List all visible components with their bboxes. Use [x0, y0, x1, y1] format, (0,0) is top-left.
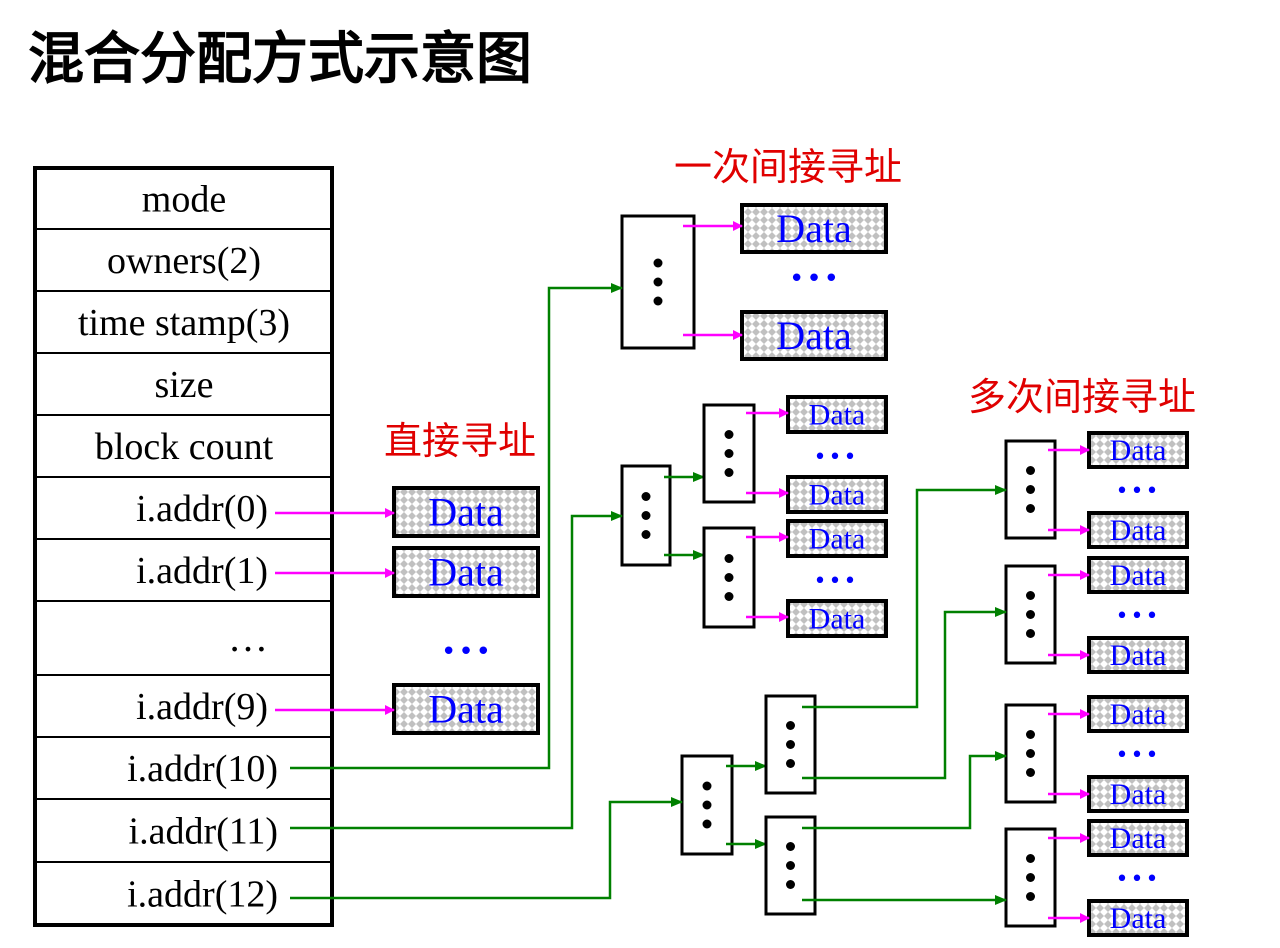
dot	[653, 296, 663, 306]
ellipsis: •••	[441, 637, 493, 667]
inode-field: i.addr(10)	[127, 748, 278, 790]
dot	[641, 511, 651, 520]
inode-field: size	[154, 364, 213, 406]
ellipsis: •••	[789, 264, 841, 294]
dot	[641, 530, 651, 539]
inode-field: time stamp(3)	[78, 302, 290, 344]
data-block-label: Data	[1110, 698, 1167, 731]
ellipsis: •••	[1116, 743, 1161, 768]
direct-label: 直接寻址	[384, 419, 536, 463]
dot	[702, 800, 712, 810]
dot	[1026, 768, 1035, 777]
inode-field: mode	[142, 179, 226, 221]
dot	[1026, 629, 1035, 638]
data-block-label: Data	[809, 479, 866, 512]
dot	[653, 277, 663, 287]
dot	[1026, 854, 1035, 863]
ellipsis: •••	[1116, 867, 1161, 892]
dot	[1026, 892, 1035, 901]
index-arrow	[290, 797, 683, 900]
ellipsis: •••	[1116, 479, 1161, 504]
dot	[786, 759, 795, 768]
dot	[786, 740, 795, 749]
data-block-label: Data	[428, 490, 504, 535]
hybrid-allocation-diagram: 混合分配方式示意图 直接寻址 一次间接寻址 多次间接寻址 mode owners(…	[28, 27, 1196, 937]
dot	[724, 573, 734, 582]
data-block-label: Data	[809, 523, 866, 556]
dot	[1026, 591, 1035, 600]
data-block-label: Data	[809, 399, 866, 432]
dot	[1026, 873, 1035, 882]
inode-field: …	[228, 615, 268, 660]
data-block-label: Data	[776, 206, 852, 251]
inode-field: i.addr(9)	[136, 686, 268, 728]
inode-field: owners(2)	[107, 240, 261, 282]
dot	[724, 430, 734, 439]
data-block-label: Data	[428, 687, 504, 732]
single-indirect-label: 一次间接寻址	[674, 145, 902, 189]
multi-indirect-label: 多次间接寻址	[968, 375, 1196, 419]
dot	[1026, 730, 1035, 739]
data-block-label: Data	[1110, 822, 1167, 855]
data-block-label: Data	[776, 313, 852, 358]
dot	[1026, 610, 1035, 619]
dot	[786, 842, 795, 851]
dot	[702, 781, 712, 791]
data-block-label: Data	[1110, 639, 1167, 672]
dot	[786, 721, 795, 730]
ellipsis: •••	[1116, 604, 1161, 629]
dot	[653, 258, 663, 268]
data-block-label: Data	[1110, 778, 1167, 811]
ellipsis: •••	[814, 569, 859, 594]
data-block-label: Data	[1110, 559, 1167, 592]
data-block-label: Data	[1110, 434, 1167, 467]
dot	[1026, 504, 1035, 513]
index-arrow	[802, 751, 1007, 830]
dot	[786, 880, 795, 889]
data-block-label: Data	[809, 603, 866, 636]
data-block-label: Data	[1110, 902, 1167, 935]
dot	[641, 492, 651, 501]
page-title: 混合分配方式示意图	[28, 27, 532, 92]
dot	[1026, 485, 1035, 494]
dot	[724, 592, 734, 601]
inode-field: i.addr(11)	[129, 811, 278, 853]
inode-field: i.addr(0)	[136, 488, 268, 530]
dot	[702, 819, 712, 829]
dot	[724, 468, 734, 477]
inode-field: block count	[95, 426, 274, 468]
ellipsis: •••	[814, 445, 859, 470]
inode-field: i.addr(12)	[127, 874, 278, 916]
dot	[786, 861, 795, 870]
dot	[724, 449, 734, 458]
dot	[724, 554, 734, 563]
inode-field: i.addr(1)	[136, 550, 268, 592]
dot	[1026, 466, 1035, 475]
data-block-label: Data	[1110, 514, 1167, 547]
dot	[1026, 749, 1035, 758]
data-block-label: Data	[428, 550, 504, 595]
